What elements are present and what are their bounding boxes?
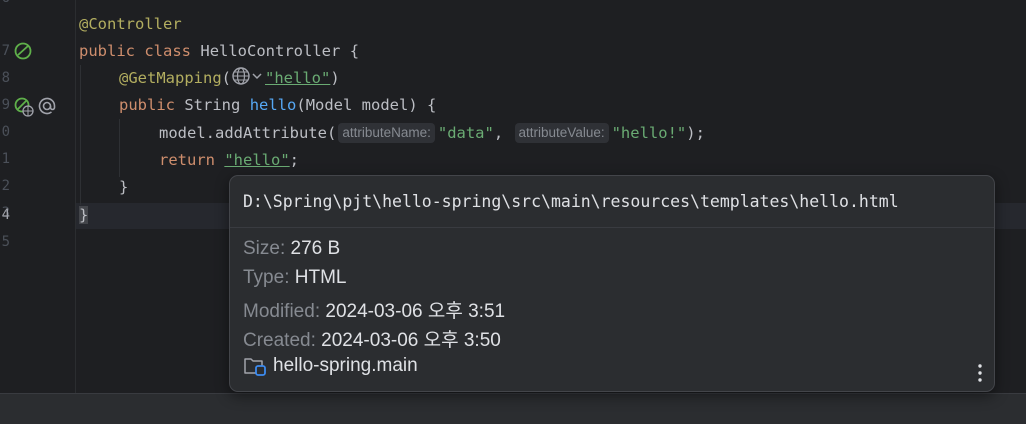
- class-name-token: HelloController: [200, 42, 341, 60]
- string-token[interactable]: "hello": [265, 69, 330, 87]
- folder-module-icon: [244, 358, 266, 376]
- globe-icon: [232, 67, 262, 85]
- line-number-current: 4: [1, 207, 10, 223]
- paren-token: (: [221, 69, 231, 87]
- type-value: HTML: [294, 267, 347, 288]
- code-line: }: [119, 174, 128, 200]
- module-name: hello-spring.main: [273, 355, 418, 376]
- created-row: Created: 2024-03-06 오후 3:50: [243, 325, 501, 352]
- statement-end-token: ;: [289, 151, 300, 169]
- line-number: 0: [1, 124, 10, 140]
- string-token: "data": [437, 124, 494, 142]
- file-info-popup: D:\Spring\pjt\hello-spring\src\main\reso…: [229, 175, 995, 392]
- code-line: public String hello(Model model) {: [119, 92, 436, 118]
- modified-label: Modified:: [243, 301, 321, 322]
- created-value: 2024-03-06 오후 3:50: [321, 330, 501, 351]
- line-number: 7: [1, 43, 10, 59]
- comma-token: ,: [493, 124, 513, 142]
- keyword-token: public: [119, 96, 175, 114]
- url-navigation-chip[interactable]: [231, 66, 265, 94]
- spring-bean-icon[interactable]: [13, 41, 33, 61]
- type-token: String: [184, 96, 241, 114]
- at-sign-icon[interactable]: [37, 96, 57, 116]
- method-name-token: hello: [249, 96, 297, 114]
- code-line: @Controller: [79, 11, 182, 37]
- line-number: 9: [1, 97, 10, 113]
- modified-value: 2024-03-06 오후 3:51: [325, 301, 506, 322]
- params-token: (Model model) {: [296, 96, 437, 114]
- status-bar: [0, 393, 1026, 424]
- popup-divider: [230, 227, 994, 228]
- brace-token: }: [119, 178, 129, 196]
- code-line: return "hello";: [159, 147, 299, 173]
- gutter-separator: [75, 0, 76, 393]
- file-path[interactable]: D:\Spring\pjt\hello-spring\src\main\reso…: [243, 192, 899, 211]
- keyword-token: class: [144, 42, 192, 60]
- paren-token: ): [330, 69, 340, 87]
- line-number: 1: [1, 151, 10, 167]
- more-vertical-icon[interactable]: [977, 363, 983, 383]
- line-number: 8: [1, 70, 10, 86]
- code-line: model.addAttribute(attributeName: "data",…: [159, 120, 705, 146]
- indent-guide: [80, 65, 81, 205]
- code-line: }: [79, 202, 89, 228]
- size-label: Size:: [243, 238, 286, 259]
- code-line: @GetMapping( "hello"): [119, 65, 340, 91]
- code-line: public class HelloController {: [79, 38, 359, 64]
- matched-brace-token: }: [79, 206, 89, 224]
- created-label: Created:: [243, 330, 316, 351]
- line-number: 6: [0, 0, 10, 6]
- brace-token: {: [349, 42, 360, 60]
- string-token: "hello!": [611, 124, 687, 142]
- modified-row: Modified: 2024-03-06 오후 3:51: [243, 296, 505, 323]
- indent-guide: [119, 119, 120, 177]
- line-number: 5: [1, 234, 10, 250]
- spring-web-icon[interactable]: [13, 96, 35, 118]
- type-row: Type: HTML: [243, 267, 347, 289]
- parameter-hint: attributeName:: [338, 123, 435, 143]
- parameter-hint: attributeValue:: [514, 123, 609, 143]
- module-link[interactable]: hello-spring.main: [243, 355, 418, 377]
- chevron-down-icon: [252, 73, 262, 80]
- keyword-token: public: [79, 42, 135, 60]
- annotation-token: @GetMapping: [119, 69, 222, 87]
- size-value: 276 B: [290, 238, 341, 259]
- line-number: 2: [1, 178, 10, 194]
- statement-end-token: );: [686, 124, 705, 142]
- type-label: Type:: [243, 267, 290, 288]
- method-call-token: model.addAttribute(: [159, 124, 337, 142]
- view-name-link[interactable]: "hello": [224, 151, 289, 169]
- annotation-token: @Controller: [79, 15, 182, 33]
- keyword-token: return: [159, 151, 215, 169]
- size-row: Size: 276 B: [243, 238, 340, 260]
